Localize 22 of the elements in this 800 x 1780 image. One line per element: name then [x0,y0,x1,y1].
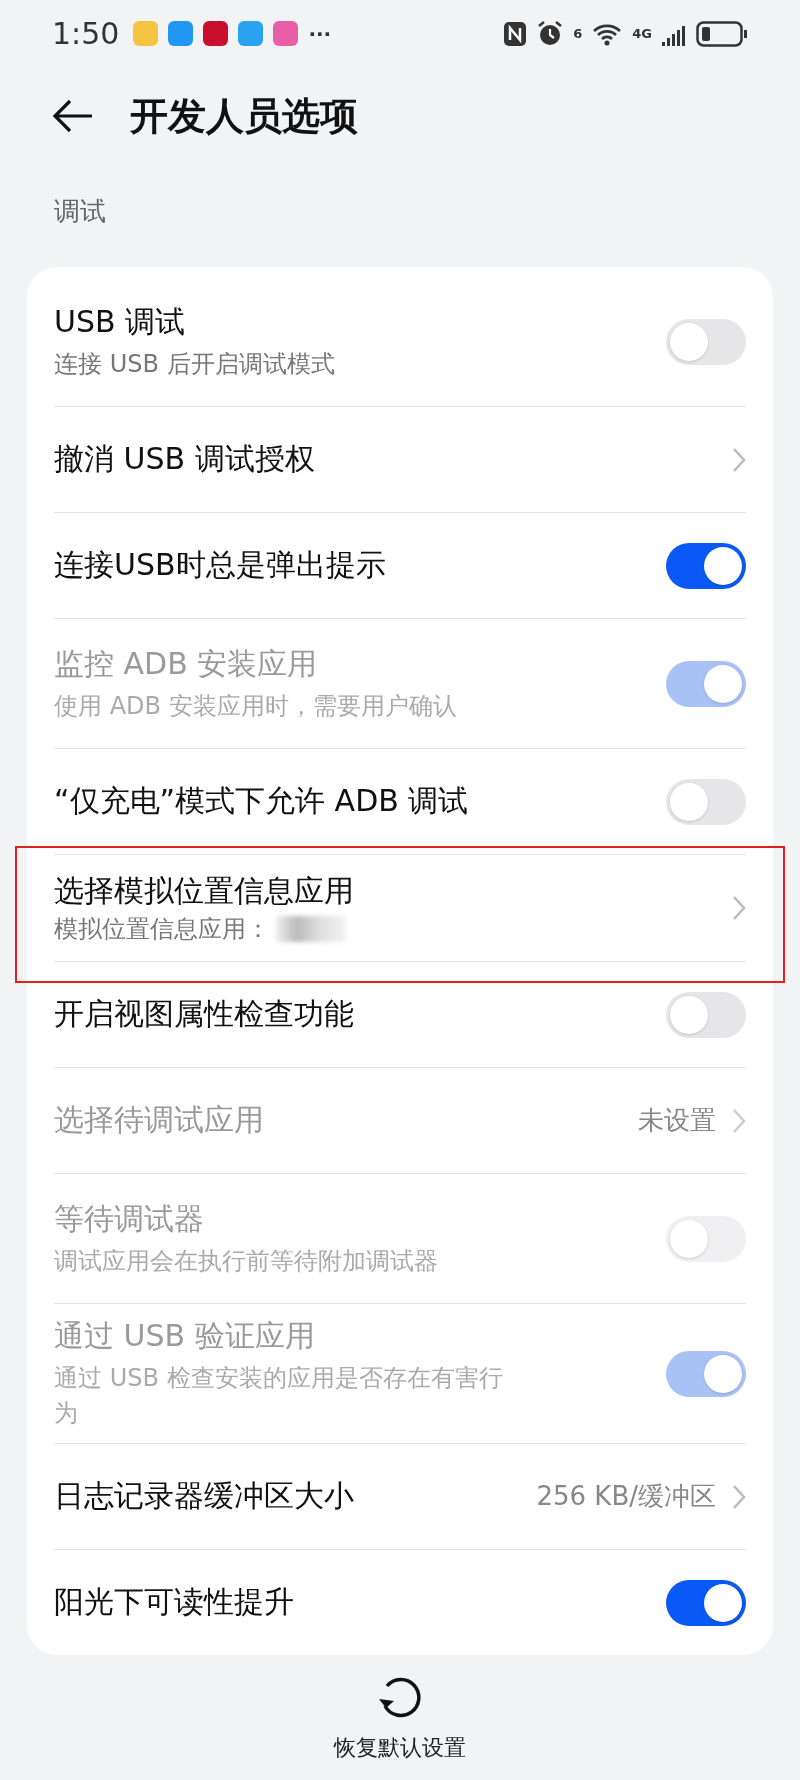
setting-title[interactable]: “仅充电”模式下允许 ADB 调试 [54,781,650,823]
status-time: 1:50 [52,16,120,52]
setting-value: 未设置 [638,1104,716,1138]
more-notifications: ··· [308,21,332,46]
setting-description: 使用 ADB 安装应用时，需要用户确认 [54,691,457,722]
wifi-band-label: 6 [573,26,583,42]
setting-title[interactable]: 阳光下可读性提升 [54,1582,650,1623]
setting-title[interactable]: USB 调试 [54,302,650,343]
restore-defaults-button[interactable]: 恢复默认设置 [334,1672,466,1763]
section-heading: 调试 [53,195,107,229]
setting-title[interactable]: 连接USB时总是弹出提示 [54,545,650,587]
setting-description: 通过 USB 检查安装的应用是否存在有害行为 [54,1363,504,1430]
setting-value: 256 KB/缓冲区 [536,1480,716,1513]
page-title: 开发人员选项 [130,92,358,140]
setting-description: 模拟位置信息应用： [54,913,270,945]
setting-description: 调试应用会在执行前等待附加调试器 [54,1246,438,1277]
setting-title[interactable]: 日志记录器缓冲区大小 [54,1476,521,1517]
network-type: 4G [632,26,652,42]
setting-title[interactable]: 选择模拟位置信息应用 [54,870,716,912]
setting-title[interactable]: 撤消 USB 调试授权 [54,439,716,481]
setting-description: 连接 USB 后开启调试模式 [54,349,335,380]
setting-title[interactable]: 开启视图属性检查功能 [54,994,650,1036]
